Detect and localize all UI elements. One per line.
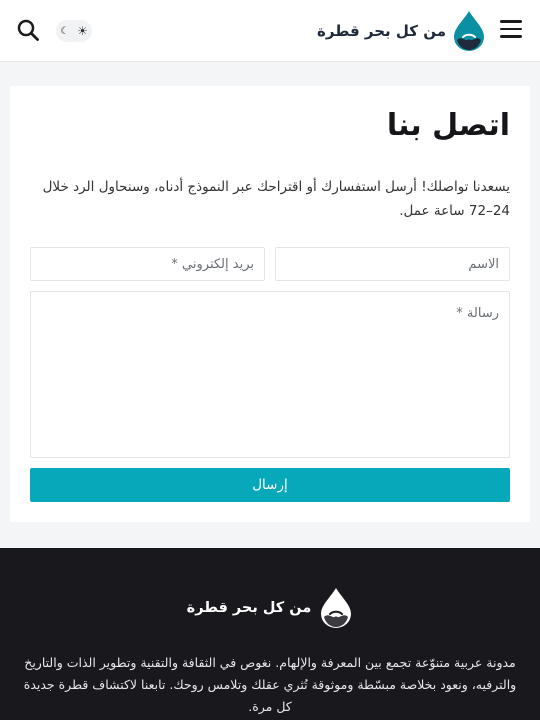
footer-description: مدونة عربية متنوّعة تجمع بين المعرفة وال… <box>23 655 517 714</box>
hamburger-menu-icon[interactable] <box>500 20 522 38</box>
contact-card: اتصل بنا يسعدنا تواصلك! أرسل استفسارك أو… <box>10 86 530 522</box>
search-icon[interactable] <box>16 18 40 42</box>
site-header: من كل بحر قطرة ☾ ☀ <box>0 0 540 62</box>
water-drop-logo-icon <box>454 11 484 51</box>
submit-button[interactable]: إرسال <box>30 468 510 502</box>
message-field[interactable] <box>30 291 510 458</box>
page-title: اتصل بنا <box>386 108 510 143</box>
logo-text: من كل بحر قطرة <box>317 22 446 40</box>
footer-logo[interactable]: من كل بحر قطرة <box>0 588 540 628</box>
site-logo[interactable]: من كل بحر قطرة <box>317 10 486 52</box>
theme-toggle[interactable]: ☾ ☀ <box>56 20 92 42</box>
water-drop-logo-icon <box>321 588 352 628</box>
email-field[interactable] <box>30 247 265 281</box>
site-footer: من كل بحر قطرة مدونة عربية متنوّعة تجمع … <box>0 548 540 720</box>
name-field[interactable] <box>275 247 510 281</box>
intro-text: يسعدنا تواصلك! أرسل استفسارك أو اقتراحك … <box>42 179 510 219</box>
footer-logo-text: من كل بحر قطرة <box>186 600 312 616</box>
moon-icon: ☾ <box>60 25 70 37</box>
sun-icon: ☀ <box>77 24 88 38</box>
